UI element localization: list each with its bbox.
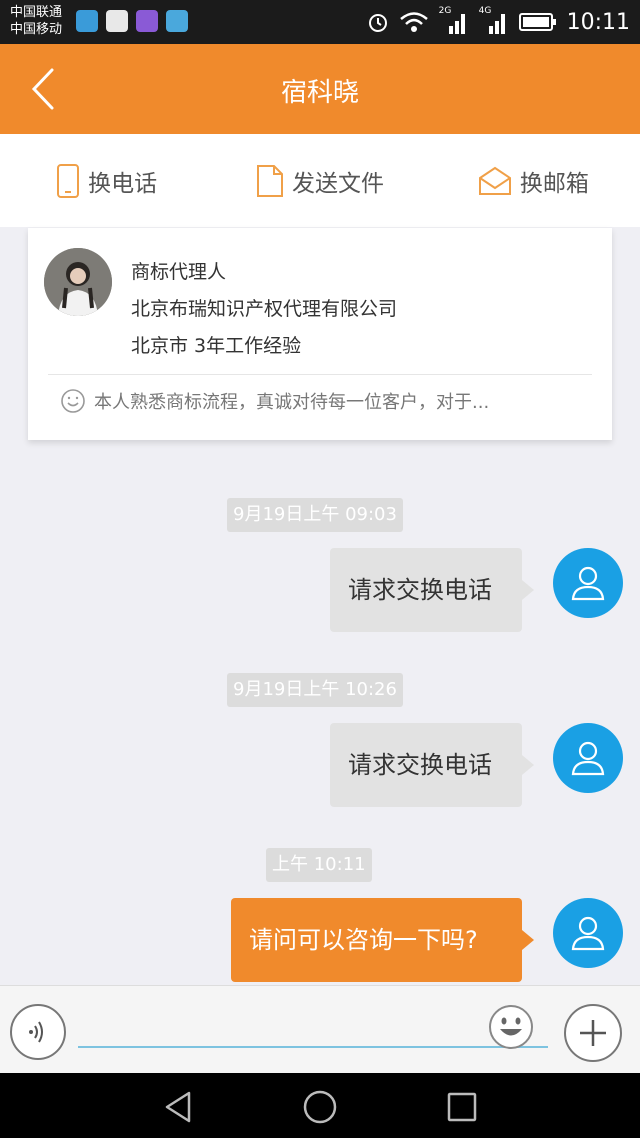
agent-location-experience: 北京市 3年工作经验 <box>131 335 302 357</box>
user-avatar[interactable] <box>553 898 623 968</box>
signal-4g-icon: 4G <box>479 6 509 34</box>
exchange-phone-label: 换电话 <box>88 170 158 197</box>
envelope-icon <box>478 166 511 195</box>
send-file-label: 发送文件 <box>291 170 384 197</box>
alarm-icon <box>368 14 387 32</box>
chat-header: 宿科晓 <box>0 44 640 134</box>
circle-home-icon <box>303 1090 337 1124</box>
user-icon <box>571 916 605 951</box>
exchange-email-button[interactable]: 换邮箱 <box>427 134 640 227</box>
system-nav-bar <box>0 1073 640 1138</box>
agent-bio-text: 本人熟悉商标流程，真诚对待每一位客户，对于... <box>94 392 490 413</box>
agent-bio: 本人熟悉商标流程，真诚对待每一位客户，对于... <box>60 388 489 414</box>
clock: 10:11 <box>566 9 630 35</box>
agent-avatar <box>44 248 112 316</box>
weather-notification-icon <box>166 10 188 32</box>
message-timestamp: 9月19日上午 10:26 <box>227 673 403 707</box>
exchange-email-label: 换邮箱 <box>519 170 589 197</box>
message-timestamp: 9月19日上午 09:03 <box>227 498 403 532</box>
page-title: 宿科晓 <box>280 78 359 108</box>
voice-icon <box>29 1021 43 1043</box>
more-options-button[interactable] <box>564 1004 622 1062</box>
agent-company: 北京布瑞知识产权代理有限公司 <box>131 298 398 320</box>
user-icon <box>571 566 605 601</box>
message-bubble[interactable]: 请求交换电话 <box>330 723 534 807</box>
emoji-icon <box>489 1005 533 1049</box>
nav-recents-button[interactable] <box>442 1087 482 1127</box>
agent-title: 商标代理人 <box>131 261 227 283</box>
square-recents-icon <box>447 1092 477 1122</box>
status-bar: 中国联通 中国移动 2G 4G 10:11 <box>0 0 640 44</box>
carrier-2: 中国移动 <box>10 22 63 37</box>
action-bar: 换电话 发送文件 换邮箱 <box>0 134 640 227</box>
app-notification-icon <box>76 10 98 32</box>
user-icon <box>571 741 605 776</box>
voice-input-button[interactable] <box>10 1004 66 1060</box>
emoji-button[interactable] <box>488 1004 534 1050</box>
carrier-info: 中国联通 中国移动 <box>10 4 62 38</box>
profile-card[interactable]: 商标代理人 北京布瑞知识产权代理有限公司 北京市 3年工作经验 本人熟悉商标流程… <box>28 228 612 440</box>
send-file-button[interactable]: 发送文件 <box>213 134 426 227</box>
exchange-phone-button[interactable]: 换电话 <box>0 134 213 227</box>
nav-back-button[interactable] <box>158 1087 198 1127</box>
user-avatar[interactable] <box>553 548 623 618</box>
smile-icon <box>61 389 85 413</box>
carrier-1: 中国联通 <box>10 5 63 20</box>
plus-icon <box>580 1020 606 1046</box>
divider <box>48 374 592 375</box>
file-icon <box>256 164 283 197</box>
wifi-icon <box>399 12 428 32</box>
message-input[interactable] <box>78 1000 548 1048</box>
user-avatar[interactable] <box>553 723 623 793</box>
notification-icons <box>76 10 188 32</box>
message-bubble-latest[interactable]: 请问可以咨询一下吗? <box>231 898 534 982</box>
phone-icon <box>57 163 80 198</box>
battery-icon <box>518 13 556 31</box>
input-bar <box>0 985 640 1073</box>
app-notification-icon <box>106 10 128 32</box>
signal-2g-icon: 2G <box>439 6 469 34</box>
nav-home-button[interactable] <box>300 1087 340 1127</box>
message-timestamp: 上午 10:11 <box>266 848 372 882</box>
triangle-back-icon <box>165 1091 191 1123</box>
gallery-notification-icon <box>136 10 158 32</box>
message-bubble[interactable]: 请求交换电话 <box>330 548 534 632</box>
